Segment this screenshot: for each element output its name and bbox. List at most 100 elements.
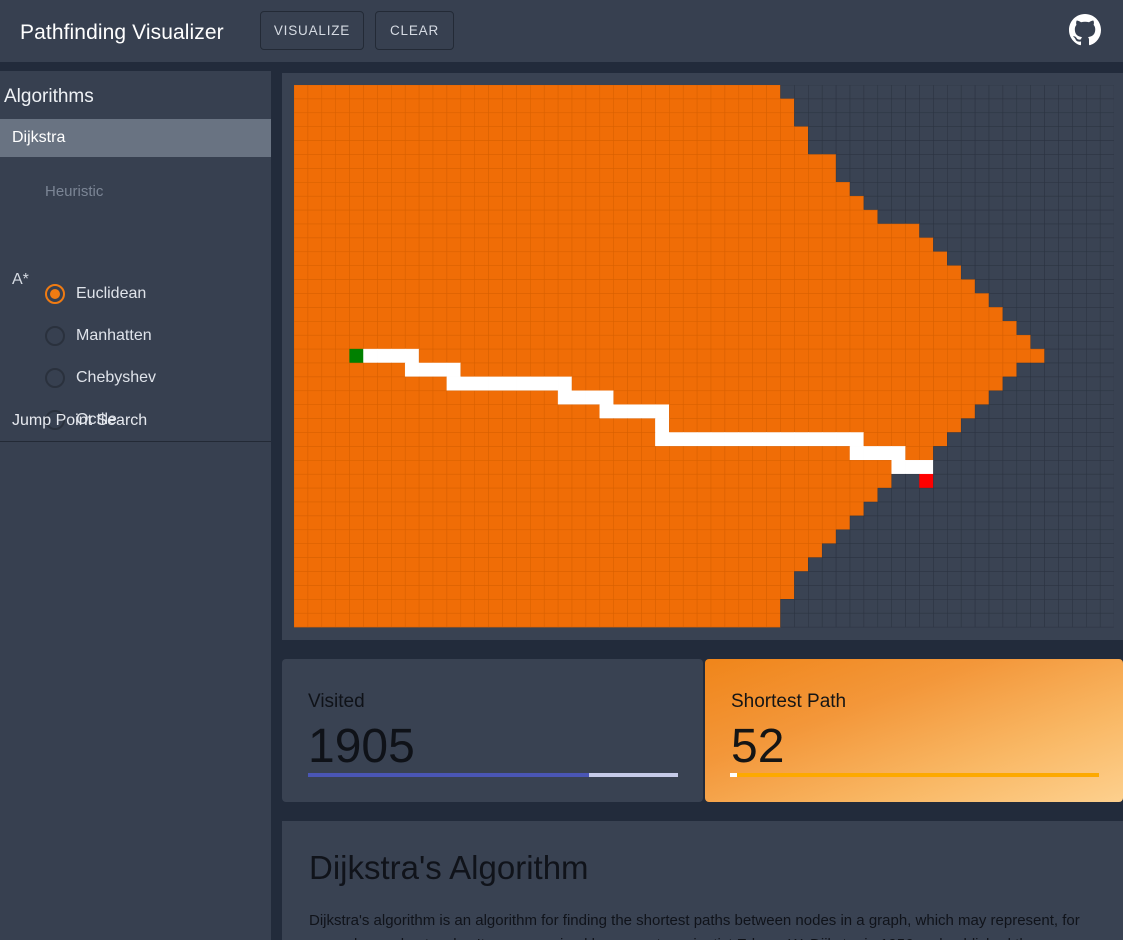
visited-cell[interactable] [669, 487, 684, 503]
visited-cell[interactable] [307, 376, 323, 392]
grid-cell[interactable] [1016, 140, 1031, 155]
visited-cell[interactable] [682, 334, 698, 350]
visited-cell[interactable] [877, 473, 892, 489]
grid-cell[interactable] [1016, 599, 1031, 614]
visited-cell[interactable] [446, 112, 462, 127]
visited-cell[interactable] [682, 585, 698, 600]
visited-cell[interactable] [738, 501, 753, 517]
visited-cell[interactable] [738, 376, 753, 392]
visited-cell[interactable] [391, 432, 406, 447]
visited-cell[interactable] [377, 362, 392, 378]
grid-cell[interactable] [808, 585, 823, 600]
visited-cell[interactable] [933, 334, 948, 350]
visited-cell[interactable] [404, 543, 420, 558]
visited-cell[interactable] [682, 599, 698, 614]
visited-cell[interactable] [460, 209, 475, 225]
grid-cell[interactable] [947, 195, 962, 211]
visited-cell[interactable] [696, 334, 712, 350]
visited-cell[interactable] [738, 529, 753, 544]
visited-cell[interactable] [474, 612, 489, 628]
visited-cell[interactable] [641, 154, 656, 169]
visited-cell[interactable] [294, 154, 309, 169]
grid-cell[interactable] [1044, 571, 1059, 586]
grid-cell[interactable] [933, 168, 948, 183]
visited-cell[interactable] [474, 279, 489, 294]
grid-cell[interactable] [1058, 112, 1073, 127]
visited-cell[interactable] [599, 376, 614, 392]
visited-cell[interactable] [808, 279, 823, 294]
visited-cell[interactable] [321, 168, 336, 183]
grid-cell[interactable] [933, 126, 948, 141]
visited-cell[interactable] [599, 334, 614, 350]
visited-cell[interactable] [543, 251, 559, 266]
grid-cell[interactable] [1016, 154, 1031, 169]
visited-cell[interactable] [363, 418, 378, 433]
grid-cell[interactable] [1099, 140, 1114, 155]
visited-cell[interactable] [335, 390, 350, 405]
visited-cell[interactable] [766, 404, 781, 419]
grid-cell[interactable] [1030, 293, 1045, 308]
visited-cell[interactable] [780, 543, 795, 558]
visited-cell[interactable] [863, 209, 879, 225]
visited-cell[interactable] [808, 390, 823, 405]
grid-cell[interactable] [1072, 98, 1087, 114]
visited-cell[interactable] [530, 140, 545, 155]
start-node[interactable] [349, 348, 364, 364]
grid-cell[interactable] [933, 209, 948, 225]
visited-cell[interactable] [988, 334, 1004, 350]
grid-cell[interactable] [1016, 501, 1031, 517]
visited-cell[interactable] [530, 390, 545, 405]
visited-cell[interactable] [669, 265, 684, 280]
visited-cell[interactable] [321, 376, 336, 392]
visited-cell[interactable] [613, 223, 628, 239]
visited-cell[interactable] [905, 265, 920, 280]
visited-cell[interactable] [516, 418, 531, 433]
grid-cell[interactable] [835, 168, 851, 183]
grid-cell[interactable] [1086, 473, 1101, 489]
visited-cell[interactable] [613, 487, 628, 503]
visited-cell[interactable] [460, 348, 475, 364]
visited-cell[interactable] [404, 529, 420, 544]
visited-cell[interactable] [418, 487, 434, 503]
visited-cell[interactable] [794, 182, 809, 197]
visited-cell[interactable] [502, 85, 517, 100]
visited-cell[interactable] [488, 195, 503, 211]
visited-cell[interactable] [877, 404, 892, 419]
visited-cell[interactable] [724, 140, 740, 155]
grid-cell[interactable] [1030, 376, 1045, 392]
visited-cell[interactable] [571, 168, 587, 183]
visited-cell[interactable] [543, 612, 559, 628]
visited-cell[interactable] [557, 404, 573, 419]
grid-cell[interactable] [1072, 460, 1087, 475]
visited-cell[interactable] [488, 362, 503, 378]
visited-cell[interactable] [919, 446, 934, 461]
visited-cell[interactable] [460, 529, 475, 544]
visited-cell[interactable] [766, 487, 781, 503]
grid-cell[interactable] [821, 112, 837, 127]
grid-cell[interactable] [1016, 557, 1031, 572]
visited-cell[interactable] [460, 585, 475, 600]
visited-cell[interactable] [432, 321, 448, 336]
grid-cell[interactable] [1086, 307, 1101, 322]
visited-cell[interactable] [599, 348, 614, 364]
visited-cell[interactable] [877, 334, 892, 350]
grid-cell[interactable] [1016, 376, 1031, 392]
grid-cell[interactable] [960, 251, 976, 266]
visited-cell[interactable] [460, 195, 475, 211]
visited-cell[interactable] [460, 557, 475, 572]
visited-cell[interactable] [891, 418, 906, 433]
visited-cell[interactable] [641, 195, 656, 211]
visited-cell[interactable] [905, 376, 920, 392]
visited-cell[interactable] [432, 126, 448, 141]
grid-cell[interactable] [1016, 209, 1031, 225]
visited-cell[interactable] [655, 195, 670, 211]
grid-cell[interactable] [974, 501, 990, 517]
visited-cell[interactable] [710, 446, 726, 461]
grid-cell[interactable] [905, 195, 920, 211]
visited-cell[interactable] [738, 557, 753, 572]
path-cell[interactable] [696, 432, 712, 447]
clear-button[interactable]: CLEAR [375, 11, 454, 50]
visited-cell[interactable] [891, 251, 906, 266]
visited-cell[interactable] [835, 182, 851, 197]
visited-cell[interactable] [488, 418, 503, 433]
